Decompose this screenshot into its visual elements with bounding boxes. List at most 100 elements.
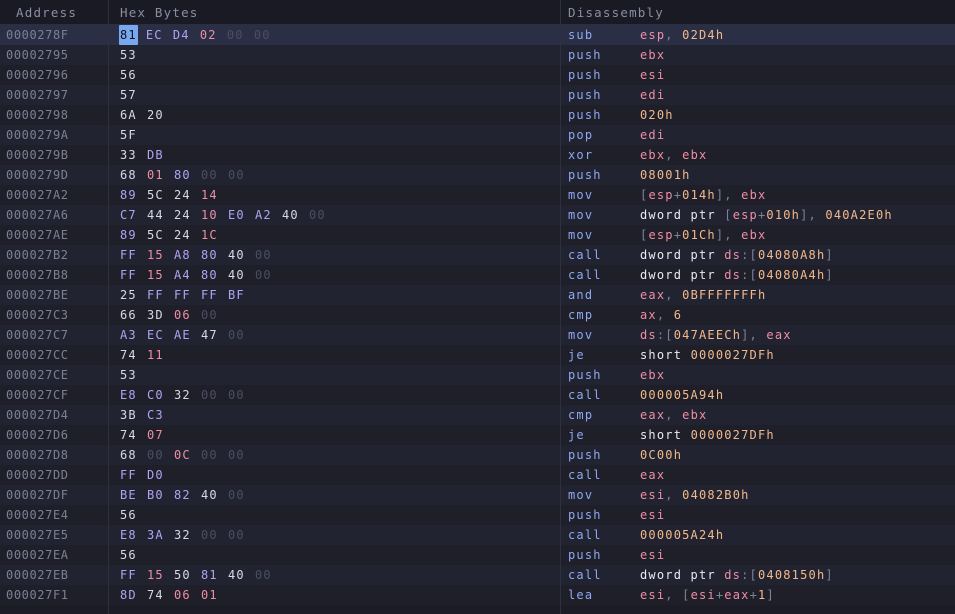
register-token[interactable]: esp: [648, 228, 673, 242]
register-token[interactable]: esi: [640, 588, 665, 602]
hex-byte[interactable]: C0: [147, 385, 174, 405]
hex-byte[interactable]: 25: [120, 285, 147, 305]
hex-byte[interactable]: 00: [255, 565, 282, 585]
hex-byte[interactable]: FF: [120, 565, 147, 585]
instruction-row[interactable]: 000027E4 56 push esi: [0, 505, 955, 525]
hex-byte[interactable]: 40: [201, 485, 228, 505]
operand-token[interactable]: dword ptr: [640, 248, 724, 262]
hex-byte[interactable]: 00: [147, 445, 174, 465]
hex-byte[interactable]: A3: [120, 325, 147, 345]
register-token[interactable]: ds: [724, 268, 741, 282]
hex-byte[interactable]: 14: [201, 185, 228, 205]
register-token[interactable]: eax: [640, 408, 665, 422]
hex-byte[interactable]: 40: [228, 565, 255, 585]
hex-byte[interactable]: 15: [147, 245, 174, 265]
register-token[interactable]: eax: [766, 328, 791, 342]
hex-byte[interactable]: 74: [120, 425, 147, 445]
hex-byte[interactable]: 00: [201, 525, 228, 545]
immediate-token[interactable]: 040A2E0h: [825, 208, 892, 222]
immediate-token[interactable]: 047AEECh: [674, 328, 741, 342]
hex-byte[interactable]: 00: [255, 265, 282, 285]
hex-byte[interactable]: 44: [147, 205, 174, 225]
disassembly-column-header[interactable]: Disassembly: [568, 0, 664, 25]
instruction-row[interactable]: 000027D8 68 00 0C 00 00 push 0C00h: [0, 445, 955, 465]
hex-byte[interactable]: 1C: [201, 225, 228, 245]
register-token[interactable]: esi: [640, 68, 665, 82]
hex-byte[interactable]: E0: [228, 205, 255, 225]
hex-byte[interactable]: A4: [174, 265, 201, 285]
instruction-row[interactable]: 000027CE 53 push ebx: [0, 365, 955, 385]
immediate-token[interactable]: 02D4h: [682, 28, 724, 42]
hex-byte[interactable]: 53: [120, 45, 147, 65]
hex-byte[interactable]: 3A: [147, 525, 174, 545]
register-token[interactable]: esi: [640, 548, 665, 562]
hex-byte[interactable]: 32: [174, 385, 201, 405]
operand-token[interactable]: short: [640, 428, 691, 442]
hex-byte[interactable]: 01: [201, 585, 228, 605]
instruction-row[interactable]: 0000279D 68 01 80 00 00 push 08001h: [0, 165, 955, 185]
hex-byte[interactable]: 80: [174, 165, 201, 185]
hex-byte[interactable]: 56: [120, 65, 147, 85]
address-column-header[interactable]: Address: [16, 0, 77, 25]
hex-byte[interactable]: 5C: [147, 225, 174, 245]
register-token[interactable]: ds: [640, 328, 657, 342]
register-token[interactable]: esp: [648, 188, 673, 202]
hex-byte[interactable]: 24: [174, 205, 201, 225]
column-divider-hex-disasm[interactable]: [560, 0, 561, 614]
register-token[interactable]: ebx: [741, 228, 766, 242]
hex-byte[interactable]: 00: [254, 25, 281, 45]
register-token[interactable]: ebx: [682, 408, 707, 422]
instruction-row[interactable]: 000027CC 74 11 je short 0000027DFh: [0, 345, 955, 365]
instruction-row[interactable]: 000027A6 C7 44 24 10 E0 A2 40 00 mov dword ptr [es…: [0, 205, 955, 225]
register-token[interactable]: edi: [640, 128, 665, 142]
hex-byte[interactable]: 00: [255, 245, 282, 265]
instruction-row[interactable]: 00002798 6A 20 push 020h: [0, 105, 955, 125]
instruction-row[interactable]: 000027DD FF D0 call eax: [0, 465, 955, 485]
hex-byte[interactable]: EC: [146, 25, 173, 45]
hex-byte[interactable]: 24: [174, 185, 201, 205]
instruction-row[interactable]: 0000279B 33 DB xor ebx, ebx: [0, 145, 955, 165]
hex-bytes-column-header[interactable]: Hex Bytes: [120, 0, 199, 25]
hex-byte[interactable]: 11: [147, 345, 174, 365]
hex-byte[interactable]: 00: [228, 445, 255, 465]
hex-byte[interactable]: BE: [120, 485, 147, 505]
hex-byte[interactable]: 15: [147, 265, 174, 285]
immediate-token[interactable]: 000005A24h: [640, 528, 724, 542]
hex-byte[interactable]: 89: [120, 185, 147, 205]
register-token[interactable]: esp: [640, 28, 665, 42]
operand-token[interactable]: short: [640, 348, 691, 362]
immediate-token[interactable]: 010h: [766, 208, 800, 222]
hex-byte[interactable]: 00: [228, 165, 255, 185]
register-token[interactable]: ax: [640, 308, 657, 322]
hex-byte[interactable]: 00: [227, 25, 254, 45]
immediate-token[interactable]: 04080A8h: [758, 248, 825, 262]
instruction-row[interactable]: 000027C7 A3 EC AE 47 00 mov ds:[047AEECh], eax: [0, 325, 955, 345]
hex-byte[interactable]: 0C: [174, 445, 201, 465]
hex-byte[interactable]: C3: [147, 405, 174, 425]
hex-byte[interactable]: 10: [201, 205, 228, 225]
instruction-row[interactable]: 000027DF BE B0 82 40 00 mov esi, 04082B0h: [0, 485, 955, 505]
register-token[interactable]: ebx: [640, 48, 665, 62]
immediate-token[interactable]: 04082B0h: [682, 488, 749, 502]
hex-byte[interactable]: FF: [120, 265, 147, 285]
hex-byte[interactable]: 68: [120, 165, 147, 185]
instruction-row[interactable]: 000027B8 FF 15 A4 80 40 00 call dword ptr ds:[04…: [0, 265, 955, 285]
hex-byte[interactable]: DB: [147, 145, 174, 165]
hex-byte[interactable]: 00: [201, 445, 228, 465]
hex-byte[interactable]: FF: [120, 245, 147, 265]
instruction-row[interactable]: 000027C3 66 3D 06 00 cmp ax, 6: [0, 305, 955, 325]
hex-byte[interactable]: E8: [120, 385, 147, 405]
register-token[interactable]: esi: [691, 588, 716, 602]
instruction-row[interactable]: 000027CF E8 C0 32 00 00 call 000005A94h: [0, 385, 955, 405]
hex-byte[interactable]: 07: [147, 425, 174, 445]
hex-byte[interactable]: A2: [255, 205, 282, 225]
hex-byte[interactable]: 3B: [120, 405, 147, 425]
hex-byte[interactable]: BF: [228, 285, 255, 305]
hex-byte[interactable]: 82: [174, 485, 201, 505]
register-token[interactable]: ebx: [640, 368, 665, 382]
hex-byte[interactable]: 06: [174, 305, 201, 325]
instruction-row[interactable]: 00002797 57 push edi: [0, 85, 955, 105]
hex-byte[interactable]: 56: [120, 505, 147, 525]
instruction-row-selected[interactable]: 0000278F 81 EC D4 02 00 00 sub esp, 02D4h: [0, 25, 955, 45]
register-token[interactable]: eax: [724, 588, 749, 602]
